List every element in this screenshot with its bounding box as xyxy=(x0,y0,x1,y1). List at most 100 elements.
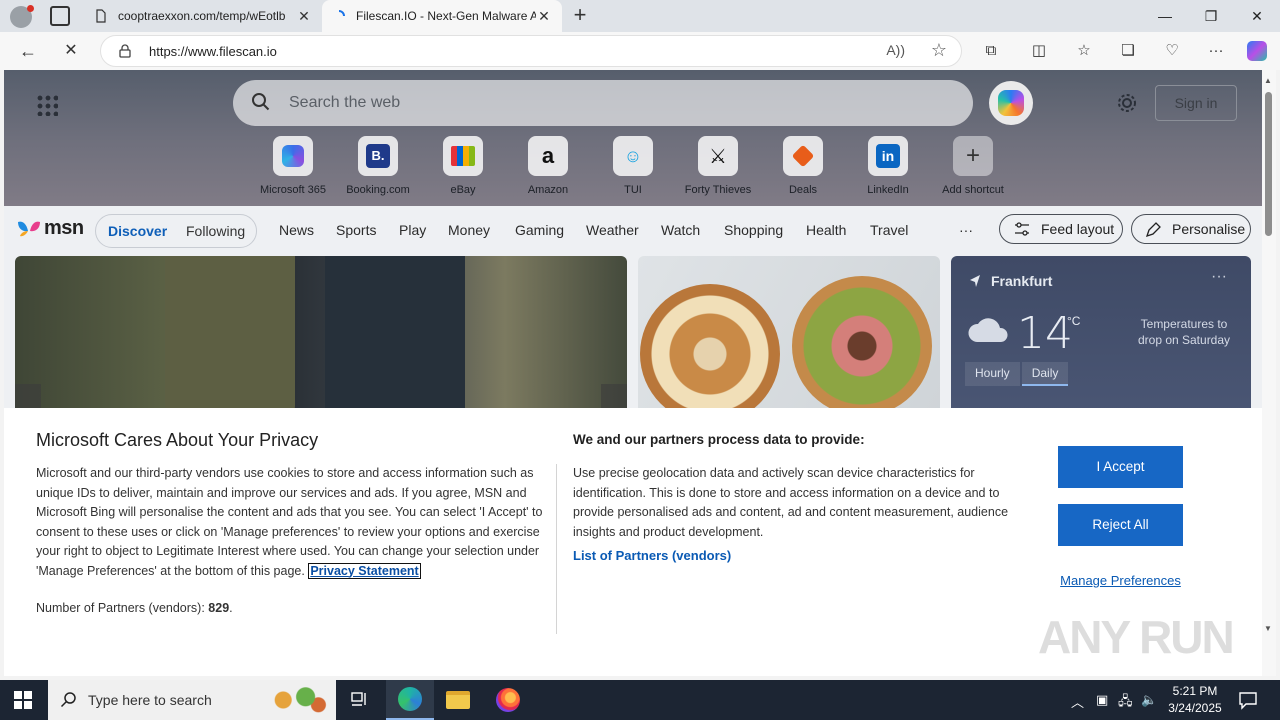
page-scrollbar[interactable]: ▲ ▼ xyxy=(1262,70,1276,676)
tab-actions-icon[interactable] xyxy=(50,6,70,26)
nav-health[interactable]: Health xyxy=(806,222,846,238)
shortcut-microsoft-365[interactable]: Microsoft 365 xyxy=(250,136,336,196)
tui-icon: ☺ xyxy=(613,136,653,176)
scroll-up-icon[interactable]: ▲ xyxy=(1264,76,1272,85)
address-bar[interactable]: https://www.filescan.io A)) ☆ xyxy=(100,35,962,67)
tab-cooptraexxon[interactable]: cooptraexxon.com/temp/wEotlb ✕ xyxy=(84,0,322,32)
weather-unit: °C xyxy=(1067,314,1081,328)
web-search-box[interactable]: Search the web xyxy=(233,80,973,126)
tab-discover[interactable]: Discover xyxy=(108,223,167,239)
personalise-button[interactable]: Personalise xyxy=(1131,214,1251,244)
nav-more-icon[interactable]: ··· xyxy=(959,222,973,238)
favorite-star-icon[interactable]: ☆ xyxy=(931,40,947,61)
shortcut-forty-thieves[interactable]: ⚔ Forty Thieves xyxy=(675,136,761,196)
msn-butterfly-icon xyxy=(18,221,40,236)
privacy-consent-banner: Microsoft Cares About Your Privacy Micro… xyxy=(4,408,1262,676)
network-icon[interactable]: 🖧 xyxy=(1118,692,1133,714)
edge-taskbar-icon[interactable] xyxy=(386,680,434,720)
stop-loading-button[interactable]: ✕ xyxy=(58,39,84,63)
weather-city[interactable]: Frankfurt xyxy=(991,273,1052,289)
msn-logo[interactable]: msn xyxy=(16,217,84,240)
weather-more-icon[interactable]: ··· xyxy=(1211,268,1227,286)
profile-avatar[interactable] xyxy=(10,5,34,28)
nav-sports[interactable]: Sports xyxy=(336,222,376,238)
privacy-statement-link[interactable]: Privacy Statement xyxy=(308,562,421,579)
task-view-icon[interactable] xyxy=(336,680,384,720)
new-tab-button[interactable]: + xyxy=(568,4,592,28)
privacy-title: Microsoft Cares About Your Privacy xyxy=(36,430,319,450)
tab-filescan[interactable]: Filescan.IO - Next-Gen Malware A ✕ xyxy=(322,0,562,32)
copilot-button[interactable] xyxy=(989,81,1033,125)
scroll-down-icon[interactable]: ▼ xyxy=(1264,624,1272,633)
weather-card[interactable]: Frankfurt ··· 14 °C Temperatures to drop… xyxy=(951,256,1251,416)
app-launcher-icon[interactable] xyxy=(36,94,58,116)
search-highlight-illustration xyxy=(264,684,328,716)
close-tab-icon[interactable]: ✕ xyxy=(536,8,552,25)
settings-more-icon[interactable]: ··· xyxy=(1206,41,1226,61)
nav-weather[interactable]: Weather xyxy=(586,222,639,238)
nav-money[interactable]: Money xyxy=(448,222,490,238)
tab-title: cooptraexxon.com/temp/wEotlb xyxy=(118,9,286,23)
nav-gaming[interactable]: Gaming xyxy=(515,222,564,238)
anyrun-watermark: ANY RUN xyxy=(1038,611,1235,663)
feed-layout-button[interactable]: Feed layout xyxy=(999,214,1123,244)
weather-forecast-text[interactable]: Temperatures to drop on Saturday xyxy=(1129,316,1239,348)
tray-chevron-icon[interactable]: ︿ xyxy=(1071,692,1084,711)
shortcut-label: eBay xyxy=(450,184,476,196)
manage-preferences-link[interactable]: Manage Preferences xyxy=(1058,573,1183,588)
nav-play[interactable]: Play xyxy=(399,222,426,238)
nav-news[interactable]: News xyxy=(279,222,314,238)
weather-tab-hourly[interactable]: Hourly xyxy=(965,362,1020,386)
shortcut-deals[interactable]: Deals xyxy=(760,136,846,196)
accept-button[interactable]: I Accept xyxy=(1058,446,1183,488)
news-card-hero[interactable] xyxy=(15,256,627,416)
shortcut-add[interactable]: + Add shortcut xyxy=(930,136,1016,196)
nav-shopping[interactable]: Shopping xyxy=(724,222,783,238)
shortcut-linkedin[interactable]: in LinkedIn xyxy=(845,136,931,196)
url-text[interactable]: https://www.filescan.io xyxy=(149,44,277,59)
nav-travel[interactable]: Travel xyxy=(870,222,908,238)
weather-tab-daily[interactable]: Daily xyxy=(1021,362,1069,386)
back-button[interactable]: ← xyxy=(15,39,41,63)
file-explorer-icon[interactable] xyxy=(434,680,482,720)
shortcut-tui[interactable]: ☺ TUI xyxy=(590,136,676,196)
list-of-partners-link[interactable]: List of Partners (vendors) xyxy=(573,548,731,563)
volume-icon[interactable]: 🔈 xyxy=(1141,692,1157,708)
browser-essentials-icon[interactable]: ♡ xyxy=(1162,41,1182,61)
ebay-icon xyxy=(443,136,483,176)
nav-watch[interactable]: Watch xyxy=(661,222,700,238)
copilot-icon[interactable] xyxy=(1247,41,1267,61)
tab-following[interactable]: Following xyxy=(186,223,245,239)
news-card-food[interactable] xyxy=(638,256,940,416)
restore-button[interactable]: ❐ xyxy=(1188,0,1234,32)
pencil-sparkle-icon xyxy=(1145,222,1161,238)
shortcut-booking[interactable]: B. Booking.com xyxy=(335,136,421,196)
close-window-button[interactable]: ✕ xyxy=(1234,0,1280,32)
clock-date: 3/24/2025 xyxy=(1168,701,1222,715)
favorites-icon[interactable]: ☆ xyxy=(1074,41,1094,61)
lock-icon[interactable] xyxy=(119,44,131,58)
new-tab-hero: Search the web Sign in Microsoft 365 B. … xyxy=(4,70,1262,206)
windows-start-icon[interactable] xyxy=(14,691,32,709)
scrollbar-thumb[interactable] xyxy=(1265,92,1272,236)
search-icon xyxy=(252,93,270,111)
taskbar-search-box[interactable]: Type here to search xyxy=(48,680,336,720)
shortcut-amazon[interactable]: a Amazon xyxy=(505,136,591,196)
collections-icon[interactable]: ❏ xyxy=(1118,41,1138,61)
extensions-icon[interactable]: ⧉ xyxy=(981,41,1001,61)
close-tab-icon[interactable]: ✕ xyxy=(296,8,312,25)
split-screen-icon[interactable]: ◫ xyxy=(1029,41,1049,61)
notification-center-icon[interactable] xyxy=(1238,690,1258,710)
firefox-icon[interactable] xyxy=(484,680,532,720)
minimize-button[interactable]: — xyxy=(1142,0,1188,32)
weather-tabs: Hourly Daily xyxy=(965,362,1070,386)
reject-all-button[interactable]: Reject All xyxy=(1058,504,1183,546)
taskbar-clock[interactable]: 5:21 PM 3/24/2025 xyxy=(1160,683,1230,717)
sign-in-button[interactable]: Sign in xyxy=(1155,85,1237,121)
read-aloud-icon[interactable]: A)) xyxy=(886,42,905,58)
taskbar-search-placeholder: Type here to search xyxy=(88,692,212,708)
tray-device-icon[interactable]: ▣ xyxy=(1096,692,1108,708)
gear-icon[interactable] xyxy=(1116,92,1138,114)
shortcut-label: Booking.com xyxy=(346,184,410,196)
shortcut-ebay[interactable]: eBay xyxy=(420,136,506,196)
